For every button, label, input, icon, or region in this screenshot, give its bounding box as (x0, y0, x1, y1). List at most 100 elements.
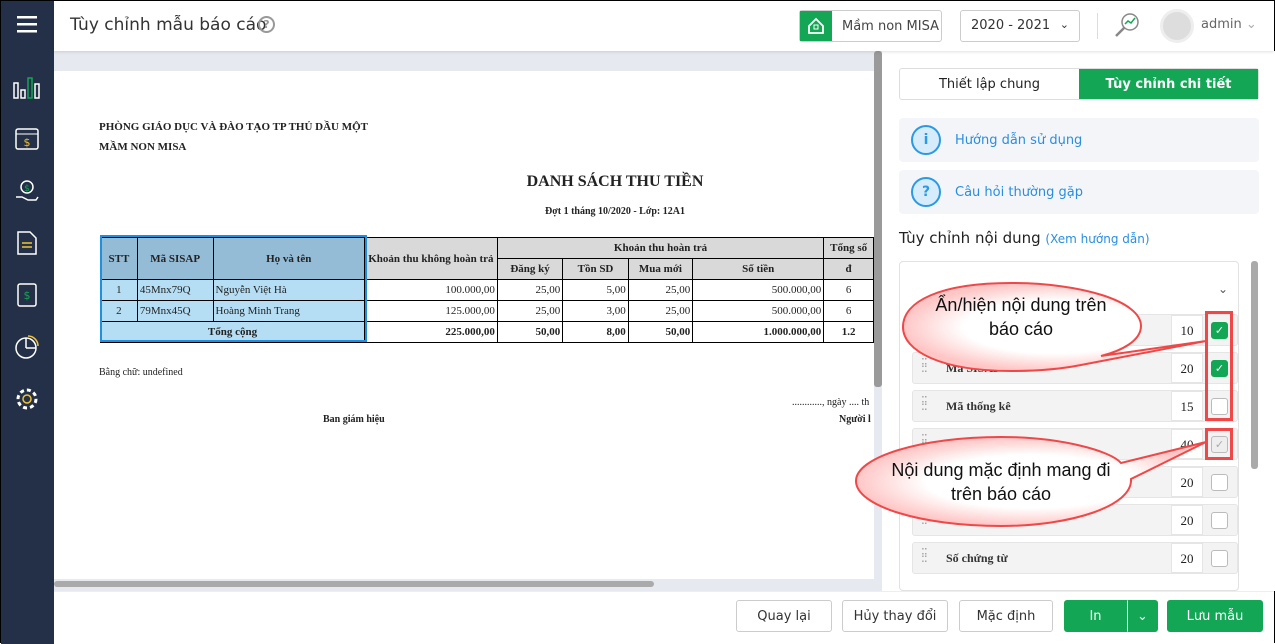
guide-link[interactable]: i Hướng dẫn sử dụng (899, 118, 1259, 162)
cell: 6 (823, 279, 874, 301)
menu-icon[interactable] (12, 9, 42, 39)
column-visible-checkbox[interactable] (1211, 550, 1228, 567)
print-button[interactable]: In (1064, 600, 1127, 632)
payment-hand-icon[interactable]: $ (12, 176, 42, 206)
col-mua-moi: Mua mới (627, 258, 694, 280)
drag-handle-icon[interactable]: ⁚⁚ ⁚⁚ (921, 395, 928, 412)
callout-text-visibility: Ẩn/hiện nội dung trên báo cáo (935, 295, 1107, 339)
drag-handle-icon[interactable]: ⁚⁚ ⁚⁚ (921, 319, 928, 336)
report-table: STT Mã SISAP Họ và tên Khoản thu không h… (100, 237, 874, 343)
total-label: Tổng cộng (100, 321, 365, 343)
column-item: ⁚⁚ ⁚⁚ 40 ✓ (912, 428, 1238, 460)
question-icon: ? (911, 177, 941, 207)
drag-handle-icon[interactable]: ⁚⁚ ⁚⁚ (921, 357, 928, 374)
col-dang-ky: Đăng ký (496, 258, 564, 280)
cell: 2 (100, 300, 138, 322)
document-icon[interactable] (12, 228, 42, 258)
school-selector[interactable]: Mầm non MISA (799, 10, 942, 42)
print-options-chevron-icon[interactable]: ⌄ (1127, 600, 1158, 632)
search-analytics-icon[interactable] (1113, 11, 1141, 43)
cell: 3,00 (562, 300, 629, 322)
cell: 6 (823, 300, 874, 322)
save-template-button[interactable]: Lưu mẫu (1167, 600, 1263, 632)
vertical-scrollbar[interactable] (874, 51, 882, 387)
cell: 25,00 (627, 279, 694, 301)
drag-handle-icon[interactable]: ⁚⁚ ⁚⁚ (921, 433, 928, 450)
chevron-down-icon: ⌄ (1245, 17, 1257, 32)
cell: 1.2 (823, 321, 874, 343)
help-icon[interactable]: ? (258, 16, 275, 33)
column-width-input[interactable]: 20 (1171, 353, 1203, 383)
total-row: Tổng cộng 225.000,00 50,00 8,00 50,00 1.000.0… (100, 321, 874, 343)
user-name: admin (1201, 17, 1242, 32)
cell: 50,00 (496, 321, 564, 343)
tab-detail[interactable]: Tùy chỉnh chi tiết (1079, 69, 1258, 99)
column-width-input[interactable]: 20 (1171, 467, 1203, 497)
column-visible-checkbox[interactable] (1211, 512, 1228, 529)
report-preview: PHÒNG GIÁO DỤC VÀ ĐÀO TẠO TP THỦ DẦU MỘT… (54, 51, 882, 591)
column-width-input[interactable]: 40 (1171, 429, 1203, 459)
user-menu[interactable]: admin ⌄ (1201, 17, 1257, 32)
table-row: 1 45Mnx79Q Nguyễn Việt Hà 100.000,00 25,00 5,… (100, 279, 874, 301)
horizontal-scrollbar[interactable] (54, 581, 654, 587)
report-title: DANH SÁCH THU TIỀN (526, 173, 704, 190)
col-so-tien: Số tiền (692, 258, 825, 280)
school-year-select[interactable]: 2020 - 2021 ⌄ (960, 10, 1080, 42)
calendar-fee-icon[interactable]: $ (12, 123, 42, 153)
svg-text:$: $ (24, 136, 31, 149)
highlight-box-default (1205, 428, 1233, 460)
amount-in-words: Bằng chữ: undefined (99, 367, 183, 378)
svg-text:$: $ (24, 184, 30, 194)
faq-label: Câu hỏi thường gặp (955, 184, 1083, 200)
column-item: ⁚⁚ ⁚⁚ Mã thống kê 15 (912, 390, 1238, 422)
report-paper: PHÒNG GIÁO DỤC VÀ ĐÀO TẠO TP THỦ DẦU MỘT… (54, 71, 874, 579)
cell: 50,00 (627, 321, 694, 343)
callout-text-default: Nội dung mặc định mang đi trên báo cáo (891, 460, 1111, 504)
cell: 25,00 (627, 300, 694, 322)
avatar[interactable] (1160, 9, 1194, 43)
guide-label: Hướng dẫn sử dụng (955, 132, 1083, 148)
top-header: Tùy chỉnh mẫu báo cáo ? Mầm non MISA 202… (54, 1, 1274, 51)
column-label: Mã thống kê (946, 399, 1011, 413)
column-width-input[interactable]: 10 (1171, 315, 1203, 345)
dashboard-chart-icon[interactable] (12, 73, 42, 103)
chevron-down-icon[interactable]: ⌄ (1218, 282, 1228, 296)
column-width-input[interactable]: 20 (1171, 505, 1203, 535)
pie-report-icon[interactable] (12, 332, 42, 362)
cell: 500.000,00 (692, 300, 825, 322)
default-button[interactable]: Mặc định (959, 600, 1053, 632)
drag-handle-icon[interactable]: ⁚⁚ ⁚⁚ (921, 509, 928, 526)
column-width-input[interactable]: 15 (1171, 391, 1203, 421)
cell: 125.000,00 (363, 300, 498, 322)
info-icon: i (911, 125, 941, 155)
cell: 100.000,00 (363, 279, 498, 301)
settings-gear-icon[interactable] (12, 384, 42, 414)
cell: 45Mnx79Q (136, 279, 214, 301)
tab-general[interactable]: Thiết lập chung (900, 69, 1079, 99)
cell: 25,00 (496, 300, 564, 322)
col-ten: Họ và tên (212, 237, 365, 280)
faq-link[interactable]: ? Câu hỏi thường gặp (899, 170, 1259, 214)
col-hoan-tra: Khoản thu hoàn trả (496, 237, 825, 259)
column-visible-checkbox[interactable] (1211, 474, 1228, 491)
column-item: ⁚⁚ ⁚⁚ 20 (912, 504, 1238, 536)
section-title: Tùy chỉnh nội dung (Xem hướng dẫn) (899, 229, 1150, 247)
panel-scrollbar[interactable] (1251, 261, 1258, 469)
column-label: Số chứng từ (946, 551, 1008, 565)
view-guide-link[interactable]: (Xem hướng dẫn) (1045, 232, 1149, 246)
divider (1097, 13, 1098, 39)
panel-tabs: Thiết lập chung Tùy chỉnh chi tiết (899, 68, 1259, 100)
undo-changes-button[interactable]: Hủy thay đổi (842, 600, 948, 632)
home-icon (800, 11, 832, 41)
drag-handle-icon[interactable]: ⁚⁚ ⁚⁚ (921, 547, 928, 564)
column-width-input[interactable]: 20 (1171, 543, 1203, 573)
signature-preparer: Người l (839, 414, 871, 425)
ledger-book-icon[interactable]: $ (12, 280, 42, 310)
col-stt: STT (100, 237, 138, 280)
highlight-box-visibility (1205, 311, 1233, 421)
cell: Hoàng Minh Trang (212, 300, 365, 322)
cell: Nguyễn Việt Hà (212, 279, 365, 301)
column-item: ⁚⁚ ⁚⁚ Số chứng từ 20 (912, 542, 1238, 574)
school-name-report: MẦM NON MISA (99, 141, 187, 153)
back-button[interactable]: Quay lại (736, 600, 832, 632)
